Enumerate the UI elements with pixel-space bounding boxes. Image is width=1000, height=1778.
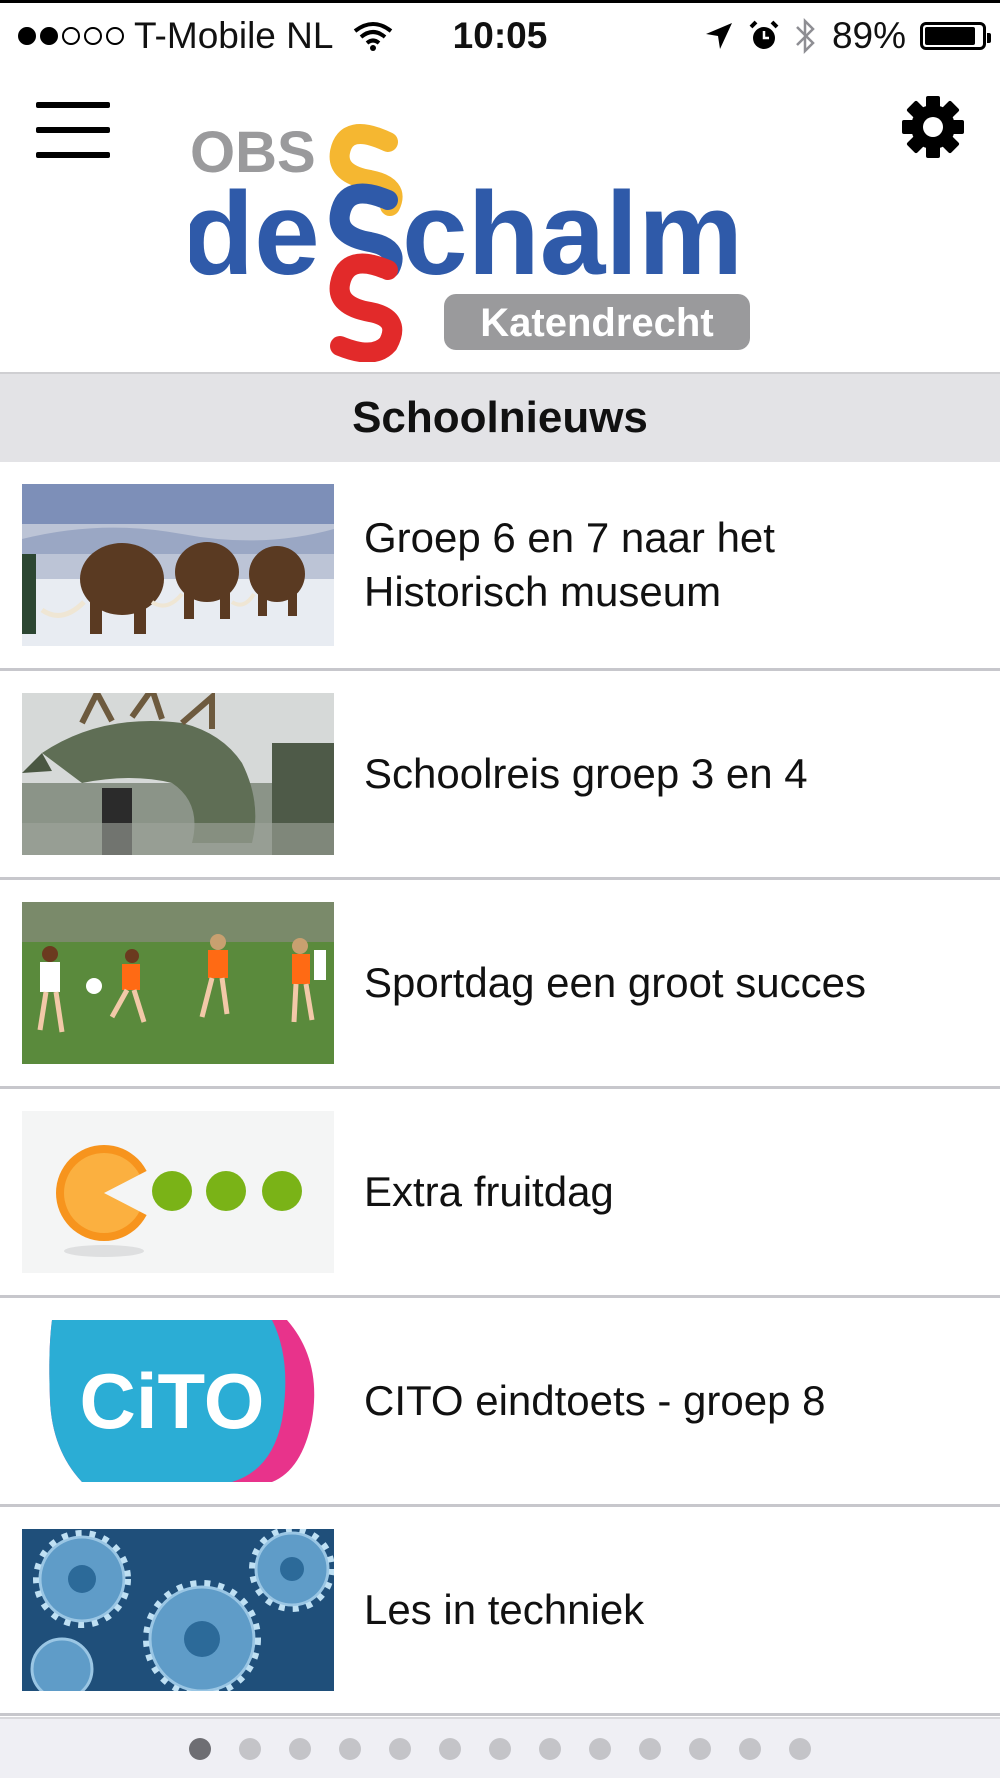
- page-dot[interactable]: [389, 1737, 411, 1760]
- news-title: Extra fruitdag: [364, 1168, 614, 1215]
- bluetooth-icon: [796, 17, 815, 55]
- page-dot[interactable]: [189, 1737, 211, 1760]
- page-dot[interactable]: [739, 1737, 761, 1760]
- page-dot[interactable]: [639, 1737, 661, 1760]
- news-title: CITO eindtoets - groep 8: [364, 1377, 826, 1424]
- app-header: OBS de chalm Katendrecht: [0, 70, 1000, 372]
- page-dot[interactable]: [339, 1737, 361, 1760]
- page-dot[interactable]: [589, 1737, 611, 1760]
- signal-strength-icon: [18, 27, 124, 45]
- news-title: Schoolreis groep 3 en 4: [364, 750, 808, 797]
- cito-logo-image: CiTO: [22, 1320, 334, 1482]
- cito-logo-text: CiTO: [80, 1357, 265, 1445]
- news-item[interactable]: Schoolreis groep 3 en 4: [0, 671, 1000, 880]
- wifi-icon: [354, 22, 393, 51]
- football-girls-image: [22, 902, 334, 1064]
- logo-katendrecht-text: Katendrecht: [480, 301, 713, 345]
- gears-image: [22, 1529, 334, 1691]
- carrier-name: T-Mobile NL: [134, 15, 334, 56]
- logo-s-red: [329, 253, 403, 362]
- section-title-bar: Schoolnieuws: [0, 372, 1000, 462]
- page-dot[interactable]: [689, 1737, 711, 1760]
- alarm-icon: [749, 20, 779, 49]
- school-logo: OBS de chalm Katendrecht: [190, 122, 750, 362]
- page-dot[interactable]: [439, 1737, 461, 1760]
- news-item[interactable]: Les in techniek: [0, 1507, 1000, 1716]
- news-item[interactable]: Extra fruitdag: [0, 1089, 1000, 1298]
- status-bar: T-Mobile NL 10:05 89%: [0, 0, 1000, 70]
- news-item[interactable]: Sportdag een groot succes: [0, 880, 1000, 1089]
- page-dot[interactable]: [539, 1737, 561, 1760]
- hamburger-menu-icon[interactable]: [36, 102, 110, 158]
- status-right: 89%: [704, 15, 991, 57]
- section-title: Schoolnieuws: [352, 393, 648, 442]
- battery-percent: 89%: [831, 15, 906, 56]
- news-item[interactable]: CiTO CITO eindtoets - groep 8: [0, 1298, 1000, 1507]
- news-list: Groep 6 en 7 naar het Historisch museum S…: [0, 462, 1000, 1716]
- page-indicator: [0, 1717, 1000, 1778]
- gear-icon[interactable]: [900, 94, 966, 160]
- logo-chalm-text: chalm: [402, 168, 743, 300]
- orange-limes-image: [22, 1111, 334, 1273]
- location-arrow-icon: [705, 23, 732, 49]
- logo-de-text: de: [190, 168, 320, 300]
- page-dot[interactable]: [789, 1737, 811, 1760]
- status-left: T-Mobile NL: [18, 15, 393, 57]
- page-dot[interactable]: [489, 1737, 511, 1760]
- mammoths-image: [22, 484, 334, 646]
- news-title: Sportdag een groot succes: [364, 959, 866, 1006]
- page-dot[interactable]: [289, 1737, 311, 1760]
- news-title: Les in techniek: [364, 1586, 645, 1633]
- news-title: Groep 6 en 7 naar het Historisch museum: [364, 514, 775, 615]
- battery-icon: [920, 22, 991, 50]
- news-item[interactable]: Groep 6 en 7 naar het Historisch museum: [0, 462, 1000, 671]
- dragon-sculpture-image: [22, 693, 334, 855]
- page-dot[interactable]: [239, 1737, 261, 1760]
